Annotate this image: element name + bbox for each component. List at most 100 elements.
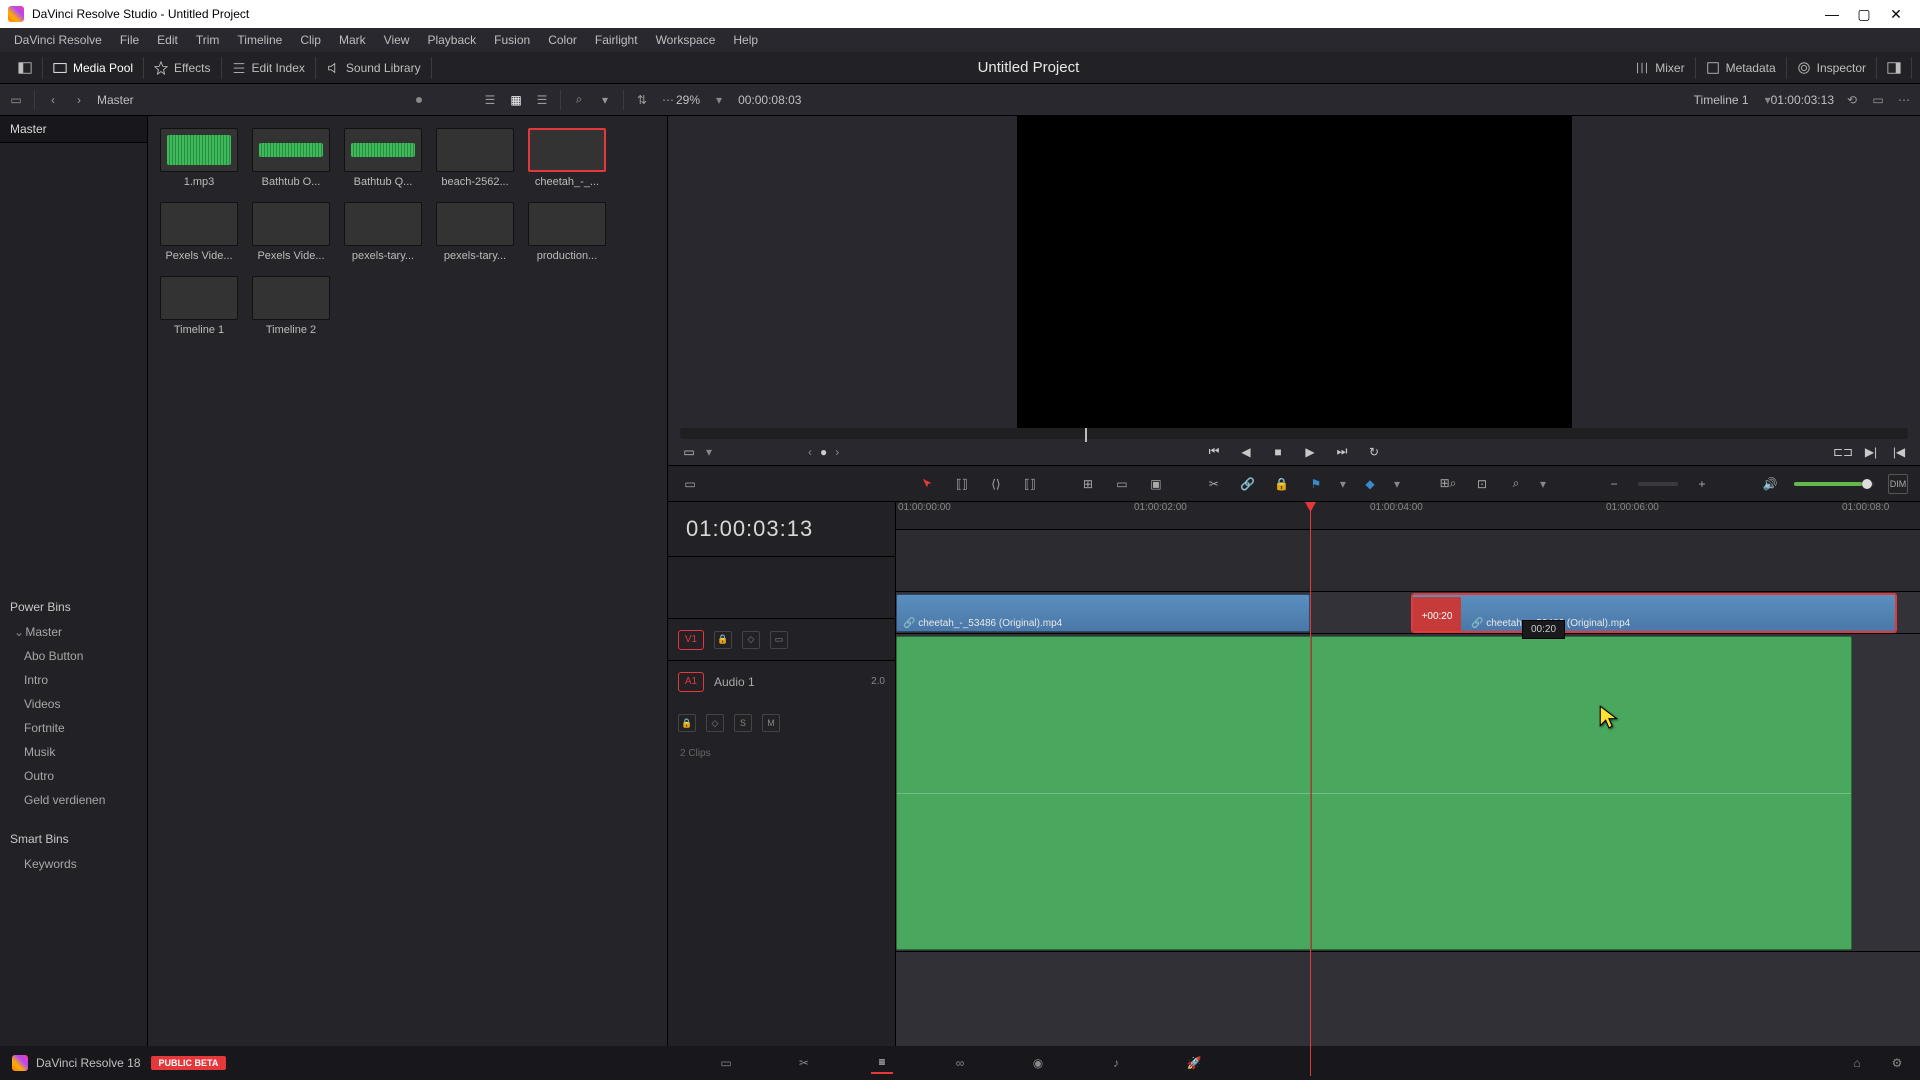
- settings-button[interactable]: ⚙: [1886, 1052, 1908, 1074]
- menu-fusion[interactable]: Fusion: [486, 30, 538, 50]
- a1-track[interactable]: [896, 634, 1920, 952]
- metadata-toggle[interactable]: Metadata: [1696, 57, 1787, 79]
- nav-back[interactable]: ‹: [45, 92, 61, 108]
- clip-thumb-10[interactable]: Timeline 1: [160, 276, 238, 336]
- maximize-button[interactable]: ▢: [1848, 6, 1880, 23]
- page-deliver[interactable]: 🚀: [1183, 1052, 1205, 1074]
- clip-thumb-11[interactable]: Timeline 2: [252, 276, 330, 336]
- menu-trim[interactable]: Trim: [188, 30, 228, 50]
- view-grid-icon[interactable]: ▦: [508, 92, 524, 108]
- link-sel-tool[interactable]: ⊡: [1472, 474, 1492, 494]
- powerbin-intro[interactable]: Intro: [0, 668, 147, 692]
- menu-edit[interactable]: Edit: [149, 30, 186, 50]
- v1-lock-icon[interactable]: 🔒: [714, 631, 732, 649]
- library-toggle[interactable]: [8, 57, 43, 79]
- viewer-zoom[interactable]: 29%: [676, 93, 700, 107]
- menu-clip[interactable]: Clip: [292, 30, 329, 50]
- minimize-button[interactable]: —: [1816, 6, 1848, 22]
- zoom-search[interactable]: ⌕: [1506, 474, 1526, 494]
- menu-help[interactable]: Help: [725, 30, 766, 50]
- next-clip-button[interactable]: ⏭: [1333, 443, 1351, 461]
- nav-fwd[interactable]: ›: [71, 92, 87, 108]
- menu-timeline[interactable]: Timeline: [229, 30, 290, 50]
- v1-track-header[interactable]: V1 🔒 ◇ ▭: [668, 618, 895, 660]
- reverse-button[interactable]: ◀: [1237, 443, 1255, 461]
- menu-mark[interactable]: Mark: [331, 30, 374, 50]
- media-pool-toggle[interactable]: Media Pool: [43, 57, 144, 79]
- zoom-out[interactable]: −: [1604, 474, 1624, 494]
- powerbin-outro[interactable]: Outro: [0, 764, 147, 788]
- match-frame-icon[interactable]: ⊏⊐: [1834, 443, 1852, 461]
- v1-auto-icon[interactable]: ◇: [742, 631, 760, 649]
- v2-track[interactable]: [896, 530, 1920, 592]
- loop-button[interactable]: ↻: [1365, 443, 1383, 461]
- stop-button[interactable]: ■: [1269, 443, 1287, 461]
- clip-thumb-7[interactable]: pexels-tary...: [344, 202, 422, 262]
- link-tool[interactable]: 🔗: [1238, 474, 1258, 494]
- trim-tool[interactable]: ⟦⟧: [952, 474, 972, 494]
- playhead[interactable]: [1310, 502, 1311, 1076]
- insert-clip[interactable]: ⊞: [1078, 474, 1098, 494]
- panel-right-toggle[interactable]: [1877, 57, 1912, 79]
- flag-tool[interactable]: ⚑: [1306, 474, 1326, 494]
- a1-lock-icon[interactable]: 🔒: [678, 714, 696, 732]
- clip-thumb-3[interactable]: beach-2562...: [436, 128, 514, 188]
- blade-single[interactable]: ✂: [1204, 474, 1224, 494]
- powerbin-master[interactable]: ⌄ Master: [0, 620, 147, 644]
- mark-in-icon[interactable]: ▶|: [1862, 443, 1880, 461]
- edit-index-toggle[interactable]: Edit Index: [222, 57, 316, 79]
- page-cut[interactable]: ✂: [793, 1052, 815, 1074]
- menu-file[interactable]: File: [112, 30, 147, 50]
- dynamic-trim-tool[interactable]: ⟨⟩: [986, 474, 1006, 494]
- timeline-ruler[interactable]: 01:00:00:00 01:00:02:00 01:00:04:00 01:0…: [896, 502, 1920, 530]
- prev-clip-button[interactable]: ⏮: [1205, 443, 1223, 461]
- a1-mute-icon[interactable]: M: [762, 714, 780, 732]
- a1-solo-icon[interactable]: S: [734, 714, 752, 732]
- page-color[interactable]: ◉: [1027, 1052, 1049, 1074]
- lock-tool[interactable]: 🔒: [1272, 474, 1292, 494]
- powerbin-musik[interactable]: Musik: [0, 740, 147, 764]
- clip-thumb-5[interactable]: Pexels Vide...: [160, 202, 238, 262]
- smartbin-keywords[interactable]: Keywords: [0, 852, 147, 876]
- powerbin-fortnite[interactable]: Fortnite: [0, 716, 147, 740]
- clip-thumb-9[interactable]: production...: [528, 202, 606, 262]
- clip-1[interactable]: 🔗 cheetah_-_53486 (Original).mp4: [896, 594, 1310, 632]
- sort-icon[interactable]: ⇅: [634, 92, 650, 108]
- menu-workspace[interactable]: Workspace: [648, 30, 724, 50]
- mute-icon[interactable]: 🔊: [1760, 474, 1780, 494]
- snap-tool[interactable]: ⊞⌕: [1438, 474, 1458, 494]
- page-edit[interactable]: ≡: [871, 1052, 893, 1074]
- mark-out-icon[interactable]: |◀: [1890, 443, 1908, 461]
- menu-resolve[interactable]: DaVinci Resolve: [6, 30, 110, 50]
- clip-thumb-8[interactable]: pexels-tary...: [436, 202, 514, 262]
- clip-thumb-0[interactable]: 1.mp3: [160, 128, 238, 188]
- selection-tool[interactable]: [918, 474, 938, 494]
- dual-view-icon[interactable]: ▭: [1870, 92, 1886, 108]
- more-viewer-icon[interactable]: ⋯: [1896, 92, 1912, 108]
- v1-enable-icon[interactable]: ▭: [770, 631, 788, 649]
- more-icon[interactable]: ⋯: [660, 92, 676, 108]
- menu-fairlight[interactable]: Fairlight: [587, 30, 646, 50]
- a1-track-header[interactable]: A1 Audio 1 2.0: [668, 660, 895, 702]
- a1-auto-icon[interactable]: ◇: [706, 714, 724, 732]
- search-icon[interactable]: ⌕: [571, 92, 587, 108]
- bin-view-icon[interactable]: ▭: [8, 92, 24, 108]
- blade-tool[interactable]: ⟦⟧: [1020, 474, 1040, 494]
- menu-color[interactable]: Color: [540, 30, 585, 50]
- page-media[interactable]: ▭: [715, 1052, 737, 1074]
- powerbin-videos[interactable]: Videos: [0, 692, 147, 716]
- clip-thumb-2[interactable]: Bathtub Q...: [344, 128, 422, 188]
- clip-thumb-1[interactable]: Bathtub O...: [252, 128, 330, 188]
- overwrite-clip[interactable]: ▭: [1112, 474, 1132, 494]
- home-button[interactable]: ⌂: [1846, 1052, 1868, 1074]
- play-button[interactable]: ▶: [1301, 443, 1319, 461]
- powerbin-abo[interactable]: Abo Button: [0, 644, 147, 668]
- timeline-view-opts[interactable]: ▭: [680, 474, 700, 494]
- volume-slider[interactable]: [1794, 482, 1874, 486]
- menu-playback[interactable]: Playback: [419, 30, 484, 50]
- viewer-canvas[interactable]: [1017, 116, 1572, 428]
- viewer-scrubber[interactable]: [680, 428, 1908, 439]
- clip-thumb-4[interactable]: cheetah_-_...: [528, 128, 606, 188]
- effects-toggle[interactable]: Effects: [144, 57, 221, 79]
- timeline-name[interactable]: Timeline 1: [1694, 93, 1749, 107]
